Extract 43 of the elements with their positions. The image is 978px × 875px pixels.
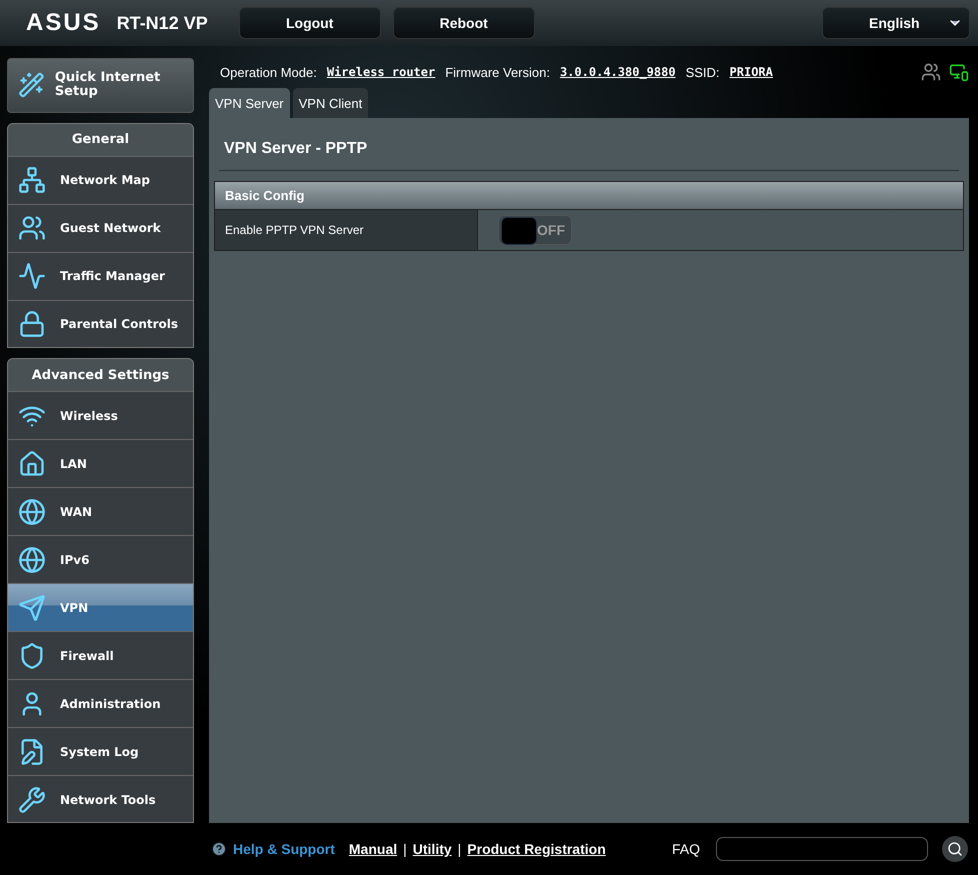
brand-logo: ASUS <box>26 8 102 38</box>
page-title: VPN Server - PPTP <box>219 140 959 171</box>
status-label: Firmware Version: <box>445 64 550 80</box>
tab[interactable]: VPN Client <box>292 88 368 118</box>
people-icon <box>18 214 46 242</box>
globe-icon <box>18 498 46 526</box>
tab[interactable]: VPN Server <box>209 88 290 118</box>
quick-setup-button[interactable]: Quick Internet Setup <box>7 58 194 113</box>
help-icon <box>211 841 227 857</box>
status-link[interactable]: 3.0.0.4.380_9880 <box>560 65 676 79</box>
lock-icon <box>18 310 46 338</box>
status-label: SSID: <box>686 64 720 80</box>
search-icon <box>947 841 963 857</box>
chart-icon <box>18 262 46 290</box>
people-icon[interactable] <box>921 62 941 82</box>
footer-link[interactable]: Manual <box>348 841 398 857</box>
faq-label: FAQ <box>672 841 700 857</box>
menu-section-title: Advanced Settings <box>8 359 193 392</box>
model-name: RT-N12 VP <box>116 12 209 34</box>
setting-label: Enable PPTP VPN Server <box>215 210 478 250</box>
reboot-button[interactable]: Reboot <box>392 7 535 39</box>
language-dropdown[interactable]: English <box>822 7 970 39</box>
separator: | <box>403 841 407 857</box>
globe-icon <box>18 546 46 574</box>
toggle-switch[interactable]: OFF <box>498 215 572 245</box>
table-header: Basic Config <box>215 182 963 210</box>
sidebar-item[interactable]: VPN <box>8 584 193 632</box>
footer-link[interactable]: Utility <box>412 841 452 857</box>
separator: | <box>458 841 462 857</box>
house-icon <box>18 450 46 478</box>
status-link[interactable]: PRIORA <box>730 65 773 79</box>
footer-link[interactable]: Product Registration <box>467 841 606 857</box>
faq-search-field[interactable] <box>716 837 928 861</box>
status-label: Operation Mode: <box>220 64 317 80</box>
devices-icon[interactable] <box>949 62 969 82</box>
status-link[interactable]: Wireless router <box>326 65 436 79</box>
logout-button[interactable]: Logout <box>238 7 381 39</box>
menu-section-title: General <box>8 124 193 157</box>
network-icon <box>18 166 46 194</box>
help-support-link[interactable]: Help & Support <box>233 841 335 857</box>
paper-plane-icon <box>18 594 46 622</box>
wrench-icon <box>18 786 46 814</box>
search-button[interactable] <box>942 836 968 862</box>
